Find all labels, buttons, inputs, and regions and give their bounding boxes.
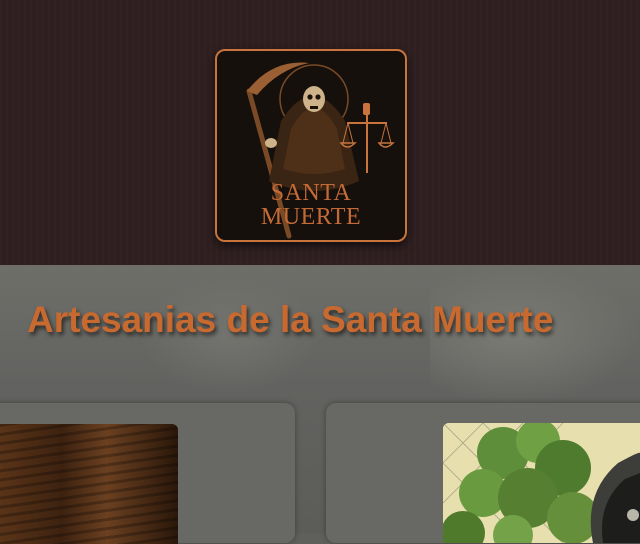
product-image-plant[interactable] (443, 423, 640, 543)
logo-text-muerte: MUERTE (260, 204, 362, 230)
site-header: SANTA MUERTE (0, 0, 640, 265)
plant-photo (443, 423, 640, 543)
site-logo[interactable]: SANTA MUERTE (215, 49, 407, 242)
logo-text-santa: SANTA (270, 180, 352, 206)
product-image-wood[interactable] (0, 424, 178, 544)
page-title: Artesanias de la Santa Muerte (27, 299, 554, 340)
